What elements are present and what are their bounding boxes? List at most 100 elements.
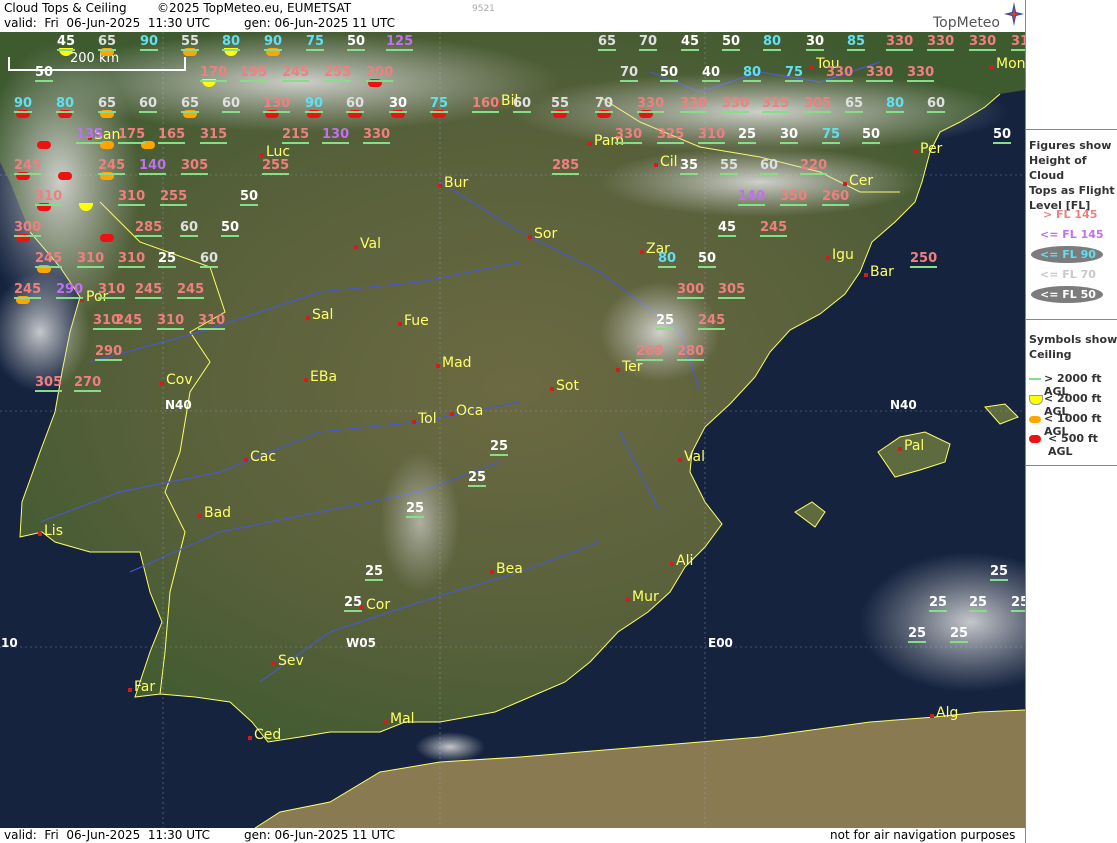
city-label[interactable]: Igu [832,248,854,263]
city-label[interactable]: Bea [496,562,523,577]
cloud-top-label: 40 [702,65,721,82]
cloud-top-label: 175 [118,127,146,144]
city-label[interactable]: Alg [936,706,958,721]
cloud-top-label: 270 [74,375,102,392]
cloud-top-label: 45 [57,34,76,51]
city-marker [654,163,658,167]
cloud-top-label: 245 [98,158,126,175]
city-label[interactable]: Tol [418,412,437,427]
cloud-top-label: 25 [990,564,1009,581]
city-label[interactable]: Per [920,142,942,157]
cloud-top-label: 50 [347,34,366,51]
legend-panel: Figures show Height of Cloud Tops as Fli… [1025,0,1117,843]
footer-gen-time: gen: 06-Jun-2025 11 UTC [244,828,396,842]
city-label[interactable]: Oca [456,404,483,419]
cloud-top-label: 80 [743,65,762,82]
city-label[interactable]: Lis [44,524,63,539]
city-label[interactable]: Ter [622,360,643,375]
cloud-top-label: 305 [804,96,832,113]
cloud-top-label: 290 [56,282,84,299]
cloud-top-label: 350 [780,189,808,206]
city-label[interactable]: Val [360,237,381,252]
satellite-map[interactable]: 200 km N40 N40 W05 E00 10 Bil San Luc Pam To… [0,32,1025,828]
cloud-top-label: 60 [139,96,158,113]
cloud-top-label: 75 [306,34,325,51]
city-marker [412,420,416,424]
city-marker [244,458,248,462]
cloud-top-label: 50 [993,127,1012,144]
city-label[interactable]: Sev [278,654,304,669]
city-label[interactable]: Sor [534,227,557,242]
cloud-top-label: 255 [324,65,352,82]
city-label[interactable]: Mur [632,590,659,605]
cloud-top-label: 25 [929,595,948,612]
ceiling-line-icon [1029,378,1041,380]
city-marker [640,250,644,254]
grid-label-e00: E00 [708,636,733,650]
cloud-top-label: 25 [969,595,988,612]
cloud-top-label: 315 [762,96,790,113]
cloud-top-label: 260 [822,189,850,206]
city-marker [826,256,830,260]
cloud-top-label: 245 [14,158,42,175]
city-marker [914,150,918,154]
city-marker [864,273,868,277]
city-marker [306,316,310,320]
ceiling-orange-icon [1029,416,1041,423]
city-marker [616,368,620,372]
city-marker [810,65,814,69]
cloud-top-label: 65 [98,96,117,113]
cloud-top-label: 130 [263,96,291,113]
cloud-top-label: 75 [822,127,841,144]
legend-fl-below-70-label: <= FL 70 [1040,268,1096,281]
city-label[interactable]: EBa [310,370,337,385]
cloud-top-label: 310 [35,189,63,206]
city-label[interactable]: Cac [250,450,276,465]
city-label[interactable]: Cil [660,155,678,170]
cloud-top-label: 330 [886,34,914,51]
city-label[interactable]: Fue [404,314,429,329]
city-marker [990,65,994,69]
city-label[interactable]: Cer [849,174,873,189]
legend-fl-below-50-label: <= FL 50 [1040,288,1096,301]
cloud-top-label: 165 [158,127,186,144]
cloud-top-label: 310 [98,282,126,299]
city-marker [198,514,202,518]
city-label[interactable]: Bur [444,176,468,191]
cloud-top-label: 55 [181,34,200,51]
city-label[interactable]: Mal [390,712,415,727]
city-marker [260,153,264,157]
city-label[interactable]: Far [134,680,155,695]
cloud-top-label: 215 [282,127,310,144]
city-label[interactable]: Sot [556,379,579,394]
city-label[interactable]: Bar [870,265,894,280]
legend-symbols-section: Symbols show Ceiling > 2000 ft AGL < 200… [1026,319,1117,466]
cloud-top-label: 75 [785,65,804,82]
ceiling-red-icon [1029,435,1041,443]
cloud-top-label: 245 [760,220,788,237]
cloud-top-label: 45 [681,34,700,51]
city-label[interactable]: Sal [312,308,333,323]
cloud-top-label: 330 [722,96,750,113]
cloud-top-label: 80 [658,251,677,268]
city-label[interactable]: Cor [366,598,390,613]
city-label[interactable]: Mon [996,57,1025,72]
city-label[interactable]: Mad [442,356,472,371]
legend-figures-section: Figures show Height of Cloud Tops as Fli… [1026,129,1117,320]
cloud-top-label: 310 [698,127,726,144]
city-label[interactable]: Cov [166,373,193,388]
grid-label-n40-right: N40 [890,398,917,412]
footer-bar: valid: Fri 06-Jun-2025 11:30 UTC gen: 06… [0,828,1025,843]
city-label[interactable]: Ali [676,554,693,569]
city-label[interactable]: Val [684,450,705,465]
city-label[interactable]: Pal [904,439,924,454]
grid-label-n40-left: N40 [165,398,192,412]
cloud-top-label: 30 [780,127,799,144]
cloud-top-label: 50 [240,189,259,206]
city-label[interactable]: Ced [254,728,281,743]
cloud-top-label: 60 [346,96,365,113]
city-label[interactable]: Bad [204,506,231,521]
cloud-top-label: 305 [718,282,746,299]
header-bar: Cloud Tops & Ceiling valid: Fri 06-Jun-2… [0,0,1025,32]
cloud-top-label: 245 [115,313,143,330]
